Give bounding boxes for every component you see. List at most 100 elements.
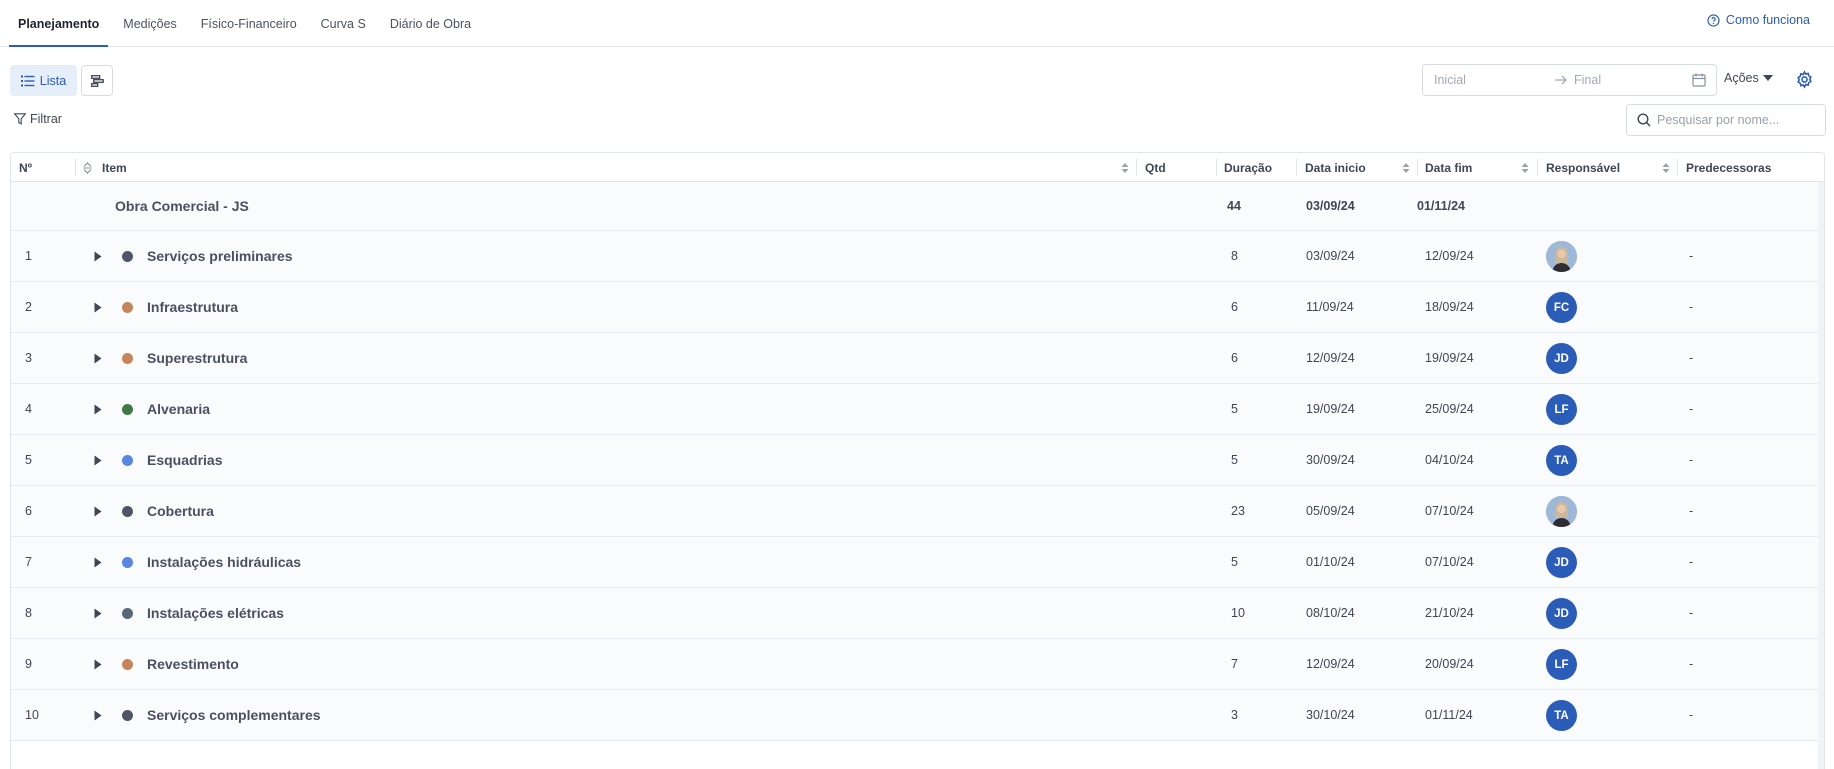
sort-icon[interactable]: [1402, 162, 1410, 174]
row-name: Esquadrias: [147, 452, 223, 468]
gantt-view-button[interactable]: [81, 65, 113, 96]
row-end-date: 19/09/24: [1425, 351, 1474, 365]
table-row[interactable]: 5 Esquadrias 5 30/09/24 04/10/24 TA -: [11, 435, 1824, 486]
col-header-item[interactable]: Item: [102, 153, 127, 182]
status-dot-icon: [122, 659, 133, 670]
settings-gear-icon[interactable]: [1795, 70, 1814, 89]
column-divider[interactable]: [1296, 159, 1297, 176]
row-predecessors: -: [1689, 402, 1694, 416]
column-divider[interactable]: [1417, 159, 1418, 176]
col-header-data-inicio[interactable]: Data inicio: [1305, 153, 1366, 182]
column-divider[interactable]: [1216, 159, 1217, 176]
expand-caret-icon[interactable]: [94, 251, 102, 262]
search-box: [1626, 104, 1826, 136]
sort-icon[interactable]: [1121, 162, 1129, 174]
table-row[interactable]: 10 Serviços complementares 3 30/10/24 01…: [11, 690, 1824, 741]
planning-table: Nº Item Qtd Duração Data inicio Data fim…: [10, 152, 1825, 769]
status-dot-icon: [122, 557, 133, 568]
tab-fisico-financeiro[interactable]: Físico-Financeiro: [192, 0, 306, 47]
status-dot-icon: [122, 506, 133, 517]
expand-caret-icon[interactable]: [94, 710, 102, 721]
filter-label: Filtrar: [30, 112, 62, 126]
status-dot-icon: [122, 455, 133, 466]
row-number: 1: [25, 249, 32, 263]
list-view-button[interactable]: Lista: [10, 65, 77, 96]
expand-collapse-icon[interactable]: [83, 162, 92, 174]
table-row-root[interactable]: Obra Comercial - JS 44 03/09/24 01/11/24: [11, 182, 1824, 231]
actions-dropdown[interactable]: Ações: [1724, 71, 1773, 85]
table-row[interactable]: 9 Revestimento 7 12/09/24 20/09/24 LF -: [11, 639, 1824, 690]
col-header-data-fim[interactable]: Data fim: [1425, 153, 1472, 182]
tab-diario-de-obra[interactable]: Diário de Obra: [381, 0, 480, 47]
responsible-avatar[interactable]: [1546, 241, 1577, 272]
sort-icon[interactable]: [1521, 162, 1529, 174]
table-row[interactable]: 8 Instalações elétricas 10 08/10/24 21/1…: [11, 588, 1824, 639]
col-header-duracao[interactable]: Duração: [1224, 153, 1272, 182]
responsible-avatar[interactable]: TA: [1546, 445, 1577, 476]
row-name: Serviços complementares: [147, 707, 321, 723]
arrow-right-icon: [1555, 75, 1567, 85]
responsible-avatar[interactable]: TA: [1546, 700, 1577, 731]
row-end-date: 18/09/24: [1425, 300, 1474, 314]
expand-caret-icon[interactable]: [94, 404, 102, 415]
row-name: Superestrutura: [147, 350, 248, 366]
list-view-label: Lista: [39, 73, 67, 88]
help-link[interactable]: Como funciona: [1707, 13, 1810, 27]
row-end-date: 01/11/24: [1417, 199, 1465, 213]
expand-caret-icon[interactable]: [94, 608, 102, 619]
column-divider[interactable]: [1677, 159, 1678, 176]
date-range-picker[interactable]: Inicial Final: [1422, 64, 1717, 96]
col-header-predecessoras[interactable]: Predecessoras: [1686, 153, 1771, 182]
column-divider[interactable]: [1537, 159, 1538, 176]
row-start-date: 12/09/24: [1306, 351, 1355, 365]
responsible-avatar[interactable]: JD: [1546, 343, 1577, 374]
row-predecessors: -: [1689, 504, 1694, 518]
table-row[interactable]: 4 Alvenaria 5 19/09/24 25/09/24 LF -: [11, 384, 1824, 435]
row-name: Alvenaria: [147, 401, 211, 417]
col-header-responsavel[interactable]: Responsável: [1546, 153, 1620, 182]
expand-caret-icon[interactable]: [94, 353, 102, 364]
table-row[interactable]: 3 Superestrutura 6 12/09/24 19/09/24 JD …: [11, 333, 1824, 384]
filter-button[interactable]: Filtrar: [14, 112, 62, 126]
expand-caret-icon[interactable]: [94, 506, 102, 517]
table-row[interactable]: 7 Instalações hidráulicas 5 01/10/24 07/…: [11, 537, 1824, 588]
calendar-icon: [1692, 73, 1706, 87]
row-predecessors: -: [1689, 555, 1694, 569]
status-dot-icon: [122, 302, 133, 313]
row-duration: 5: [1231, 555, 1238, 569]
search-icon: [1637, 113, 1651, 127]
table-row[interactable]: 6 Cobertura 23 05/09/24 07/10/24 -: [11, 486, 1824, 537]
responsible-avatar[interactable]: JD: [1546, 547, 1577, 578]
column-divider[interactable]: [1136, 159, 1137, 176]
row-predecessors: -: [1689, 657, 1694, 671]
responsible-avatar[interactable]: [1546, 496, 1577, 527]
responsible-avatar[interactable]: JD: [1546, 598, 1577, 629]
list-icon: [20, 75, 35, 86]
responsible-avatar[interactable]: LF: [1546, 394, 1577, 425]
vertical-scrollbar[interactable]: [1818, 182, 1824, 769]
row-predecessors: -: [1689, 453, 1694, 467]
row-start-date: 03/09/24: [1306, 249, 1355, 263]
tab-curva-s[interactable]: Curva S: [312, 0, 375, 47]
tab-planejamento[interactable]: Planejamento: [9, 0, 109, 47]
search-input[interactable]: [1657, 113, 1817, 127]
expand-caret-icon[interactable]: [94, 659, 102, 670]
top-tab-bar: Planejamento Medições Físico-Financeiro …: [0, 0, 1834, 47]
user-photo-icon: [1546, 496, 1577, 527]
expand-caret-icon[interactable]: [94, 455, 102, 466]
col-header-qtd[interactable]: Qtd: [1145, 153, 1166, 182]
col-header-num: Nº: [19, 160, 33, 175]
row-duration: 7: [1231, 657, 1238, 671]
table-row[interactable]: 1 Serviços preliminares 8 03/09/24 12/09…: [11, 231, 1824, 282]
expand-caret-icon[interactable]: [94, 302, 102, 313]
status-dot-icon: [122, 710, 133, 721]
responsible-avatar[interactable]: LF: [1546, 649, 1577, 680]
row-name: Obra Comercial - JS: [115, 198, 249, 214]
row-predecessors: -: [1689, 606, 1694, 620]
sort-icon[interactable]: [1662, 162, 1670, 174]
responsible-avatar[interactable]: FC: [1546, 292, 1577, 323]
column-divider[interactable]: [75, 159, 76, 176]
expand-caret-icon[interactable]: [94, 557, 102, 568]
tab-medicoes[interactable]: Medições: [114, 0, 186, 47]
table-row[interactable]: 2 Infraestrutura 6 11/09/24 18/09/24 FC …: [11, 282, 1824, 333]
